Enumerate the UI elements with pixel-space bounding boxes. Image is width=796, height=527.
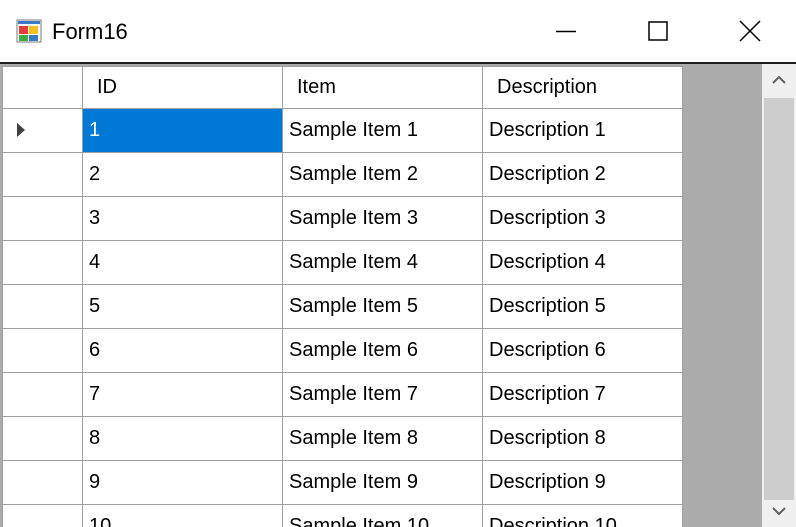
cell-item[interactable]: Sample Item 6 (282, 328, 483, 373)
cell-id[interactable]: 2 (82, 152, 283, 197)
cell-id[interactable]: 4 (82, 240, 283, 285)
row-header[interactable] (2, 152, 83, 197)
row-header[interactable] (2, 504, 83, 527)
column-header-id[interactable]: ID (82, 66, 283, 109)
table-row: 1 Sample Item 1 Description 1 (2, 108, 683, 153)
row-header[interactable] (2, 196, 83, 241)
cell-item[interactable]: Sample Item 2 (282, 152, 483, 197)
close-button[interactable] (704, 0, 796, 62)
cell-id[interactable]: 3 (82, 196, 283, 241)
table-row: 8 Sample Item 8 Description 8 (2, 416, 683, 461)
row-header[interactable] (2, 416, 83, 461)
table-row: 5 Sample Item 5 Description 5 (2, 284, 683, 329)
cell-item[interactable]: Sample Item 1 (282, 108, 483, 153)
table-row: 7 Sample Item 7 Description 7 (2, 372, 683, 417)
chevron-down-icon (772, 507, 786, 516)
table-row: 3 Sample Item 3 Description 3 (2, 196, 683, 241)
cell-item[interactable]: Sample Item 7 (282, 372, 483, 417)
data-grid[interactable]: ID Item Description 1 Sample Item 1 Desc… (0, 64, 762, 527)
row-header[interactable] (2, 328, 83, 373)
header-row: ID Item Description (2, 66, 683, 109)
cell-id[interactable]: 1 (82, 108, 283, 153)
cell-description[interactable]: Description 3 (482, 196, 683, 241)
cell-id[interactable]: 5 (82, 284, 283, 329)
window-title: Form16 (52, 19, 128, 44)
cell-description[interactable]: Description 7 (482, 372, 683, 417)
minimize-icon (556, 30, 576, 33)
cell-id[interactable]: 9 (82, 460, 283, 505)
table-row: 2 Sample Item 2 Description 2 (2, 152, 683, 197)
cell-item[interactable]: Sample Item 9 (282, 460, 483, 505)
cell-id[interactable]: 10 (82, 504, 283, 527)
scroll-thumb[interactable] (764, 98, 794, 500)
row-arrow-icon (17, 123, 25, 137)
cell-description[interactable]: Description 2 (482, 152, 683, 197)
table-row: 6 Sample Item 6 Description 6 (2, 328, 683, 373)
cell-description[interactable]: Description 4 (482, 240, 683, 285)
cell-description[interactable]: Description 10 (482, 504, 683, 527)
row-header[interactable] (2, 240, 83, 285)
cell-description[interactable]: Description 8 (482, 416, 683, 461)
scroll-up-button[interactable] (762, 64, 796, 96)
cell-id[interactable]: 7 (82, 372, 283, 417)
vertical-scrollbar[interactable] (762, 64, 796, 527)
winforms-app-icon[interactable] (16, 18, 42, 44)
row-header[interactable] (2, 460, 83, 505)
cell-description[interactable]: Description 9 (482, 460, 683, 505)
column-header-description[interactable]: Description (482, 66, 683, 109)
minimize-button[interactable] (520, 0, 612, 62)
row-header[interactable] (2, 284, 83, 329)
cell-description[interactable]: Description 5 (482, 284, 683, 329)
title-bar: Form16 (0, 0, 796, 62)
table-row: 4 Sample Item 4 Description 4 (2, 240, 683, 285)
cell-description[interactable]: Description 6 (482, 328, 683, 373)
maximize-button[interactable] (612, 0, 704, 62)
cell-item[interactable]: Sample Item 4 (282, 240, 483, 285)
top-left-header-cell[interactable] (2, 66, 83, 109)
maximize-icon (648, 21, 668, 41)
cell-item[interactable]: Sample Item 10 (282, 504, 483, 527)
cell-item[interactable]: Sample Item 8 (282, 416, 483, 461)
column-header-item[interactable]: Item (282, 66, 483, 109)
scroll-down-button[interactable] (762, 495, 796, 527)
close-icon (739, 20, 761, 42)
cell-item[interactable]: Sample Item 5 (282, 284, 483, 329)
row-header[interactable] (2, 108, 83, 153)
cell-description[interactable]: Description 1 (482, 108, 683, 153)
table-row: 10 Sample Item 10 Description 10 (2, 504, 683, 527)
data-grid-table: ID Item Description 1 Sample Item 1 Desc… (2, 66, 683, 527)
table-row: 9 Sample Item 9 Description 9 (2, 460, 683, 505)
row-header[interactable] (2, 372, 83, 417)
cell-id[interactable]: 6 (82, 328, 283, 373)
cell-item[interactable]: Sample Item 3 (282, 196, 483, 241)
chevron-up-icon (772, 75, 786, 84)
cell-id[interactable]: 8 (82, 416, 283, 461)
